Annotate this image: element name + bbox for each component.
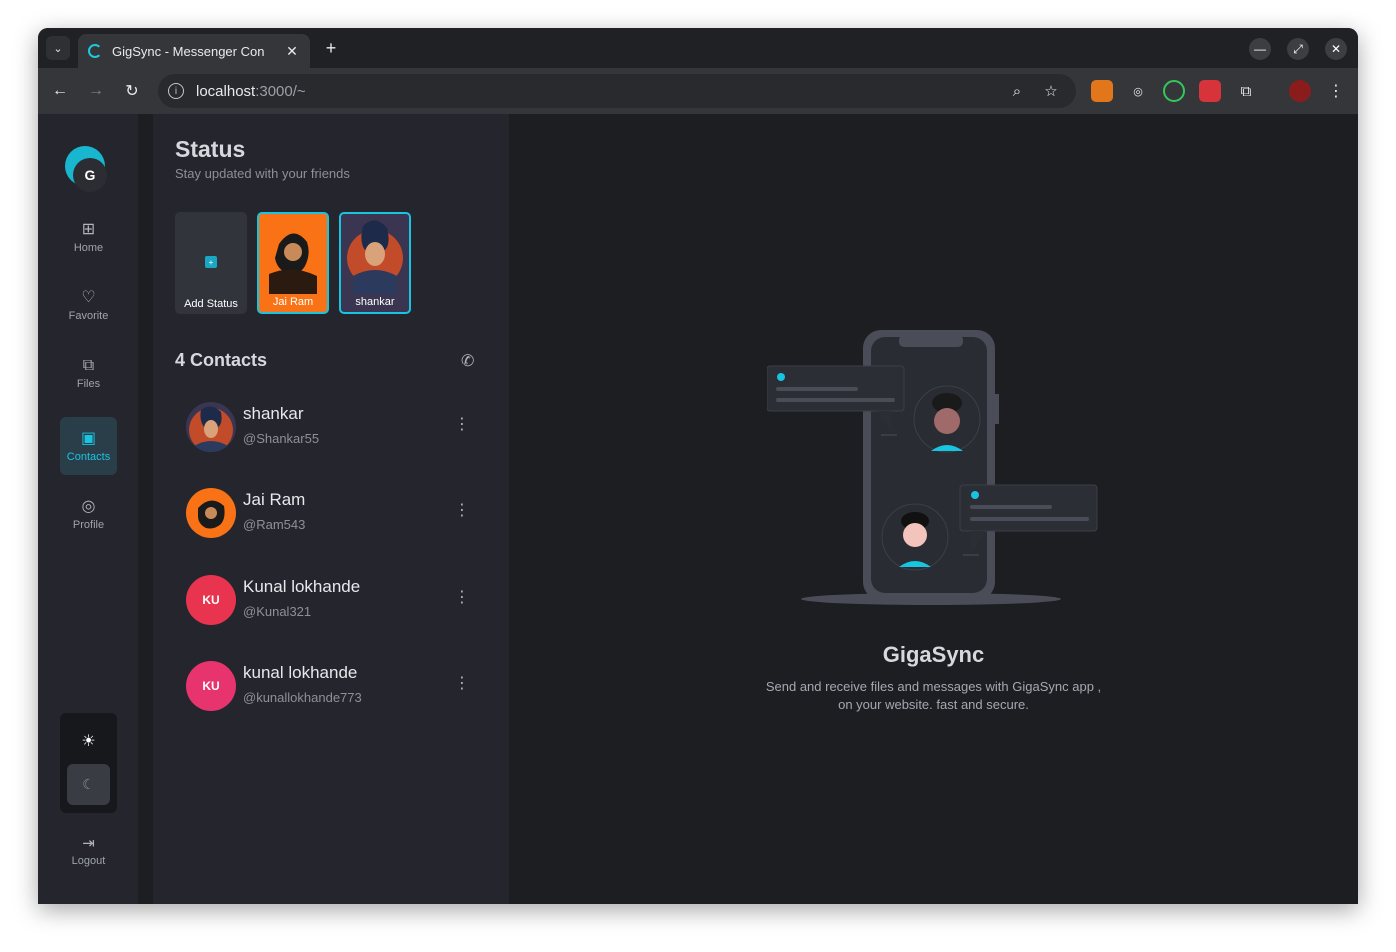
story-label: Jai Ram [272,296,314,308]
reload-icon[interactable]: ↻ [121,80,143,102]
description-line: Send and receive files and messages with… [765,679,1102,694]
back-arrow-icon[interactable]: ← [49,80,71,102]
avatar [186,488,236,538]
contact-item[interactable]: KU Kunal lokhande @Kunal321 ⋮ [186,573,476,627]
chat-illustration [767,330,1098,605]
sidebar-item-label: Files [76,377,101,390]
story-label: shankar [355,296,395,308]
more-options-icon[interactable]: ⋮ [454,500,470,520]
active-tab[interactable]: GigSync - Messenger Con ✕ [78,34,310,68]
target-extension-icon[interactable] [1163,80,1185,102]
add-status-card[interactable]: + Add Status [175,212,247,314]
menu-kebab-icon[interactable]: ⋮ [1325,80,1347,102]
story-jai-ram[interactable]: Jai Ram [257,212,329,314]
tab-search-button[interactable]: ⌄ [46,36,70,60]
shankar-story-image [347,220,403,294]
contact-name: Kunal lokhande [243,577,361,596]
contacts-count-title: 4 Contacts [175,350,268,370]
avatar-initials: KU [186,575,236,625]
user-circle-icon: ◎ [81,497,96,515]
bookmark-star-icon[interactable]: ☆ [1042,82,1060,100]
metamask-extension-icon[interactable] [1091,80,1113,102]
sidebar-item-label: Home [73,241,104,254]
contact-handle: @Ram543 [243,517,306,532]
sidebar-item-label: Favorite [68,309,109,322]
profile-avatar[interactable] [1289,80,1311,102]
brand-description: Send and receive files and messages with… [509,678,1358,714]
add-image-icon: + [205,256,217,268]
contact-name: kunal lokhande [243,663,358,682]
story-shankar[interactable]: shankar [339,212,411,314]
contact-item[interactable]: KU kunal lokhande @kunallokhande773 ⋮ [186,659,476,713]
heart-icon: ♡ [81,288,96,306]
url-text[interactable]: localhost:3000/~ [196,83,306,100]
more-options-icon[interactable]: ⋮ [454,587,470,607]
contact-handle: @kunallokhande773 [243,690,362,705]
sidebar-item-contacts[interactable]: ▣ Contacts [60,417,117,475]
extensions-puzzle-icon[interactable]: ⧉ [1235,80,1257,102]
status-title: Status [175,136,246,162]
avatar [186,402,236,452]
address-bar[interactable]: i localhost:3000/~ ⌕ ☆ [158,74,1076,108]
app-logo[interactable]: G [65,146,109,192]
contacts-icon: ▣ [80,429,97,447]
minimize-button[interactable]: — [1249,38,1271,60]
browser-toolbar: ← → ↻ i localhost:3000/~ ⌕ ☆ ◎ ⧉ ⋮ [38,68,1358,114]
contact-name: Jai Ram [243,490,306,509]
avatar-initials: KU [186,661,236,711]
logout-button[interactable]: ⇥ Logout [60,834,117,874]
sun-icon[interactable]: ☀ [60,731,117,751]
browser-window: ⌄ GigSync - Messenger Con ✕ + — ⤢ ✕ ← → … [38,28,1358,904]
files-icon: ⧉ [82,356,95,374]
app-favicon-icon [88,44,102,58]
tab-strip: ⌄ GigSync - Messenger Con ✕ + — ⤢ ✕ [38,28,1358,68]
moon-icon[interactable]: ☾ [67,764,110,805]
new-tab-button[interactable]: + [320,37,342,59]
story-label: Add Status [184,298,238,310]
layout-icon: ⊞ [81,220,96,238]
contact-item[interactable]: shankar @Shankar55 ⋮ [186,400,476,454]
rail-divider [138,114,153,904]
jai-ram-avatar-image [198,500,225,529]
red-extension-icon[interactable] [1199,80,1221,102]
maximize-button[interactable]: ⤢ [1287,38,1309,60]
forward-arrow-icon[interactable]: → [85,80,107,102]
tab-title: GigSync - Messenger Con [112,43,265,59]
jai-ram-story-image [269,233,317,294]
app-root: G ⊞ Home ♡ Favorite ⧉ Files ▣ Contacts ◎… [38,114,1358,904]
sidebar-item-files[interactable]: ⧉ Files [60,344,117,402]
shankar-avatar-image [189,406,233,452]
contact-handle: @Shankar55 [243,431,320,446]
add-call-icon[interactable]: ✆ [461,351,474,371]
sidebar-item-label: Contacts [66,450,111,463]
brand-title: GigaSync [882,642,985,667]
sidebar-rail: G ⊞ Home ♡ Favorite ⧉ Files ▣ Contacts ◎… [38,114,138,904]
glasses-extension-icon[interactable]: ◎ [1127,80,1149,102]
close-window-button[interactable]: ✕ [1325,38,1347,60]
more-options-icon[interactable]: ⋮ [454,414,470,434]
sidebar-item-home[interactable]: ⊞ Home [60,208,117,266]
logout-label: Logout [71,855,106,867]
contact-item[interactable]: Jai Ram @Ram543 ⋮ [186,486,476,540]
main-welcome: GigaSync Send and receive files and mess… [509,114,1358,904]
description-line: on your website. fast and secure. [838,697,1029,712]
contacts-panel: Status Stay updated with your friends + … [153,114,509,904]
status-subtitle: Stay updated with your friends [175,166,350,181]
tab-close-icon[interactable]: ✕ [284,43,300,60]
sidebar-item-favorite[interactable]: ♡ Favorite [60,276,117,334]
sidebar-item-profile[interactable]: ◎ Profile [60,485,117,543]
logout-icon: ⇥ [82,835,95,852]
more-options-icon[interactable]: ⋮ [454,673,470,693]
sidebar-item-label: Profile [72,518,105,531]
contact-name: shankar [243,404,304,423]
contact-handle: @Kunal321 [243,604,312,619]
zoom-icon[interactable]: ⌕ [1008,82,1026,100]
logo-letter: G [73,158,107,192]
site-info-icon[interactable]: i [168,83,184,99]
theme-switcher: ☀ ☾ [60,713,117,813]
